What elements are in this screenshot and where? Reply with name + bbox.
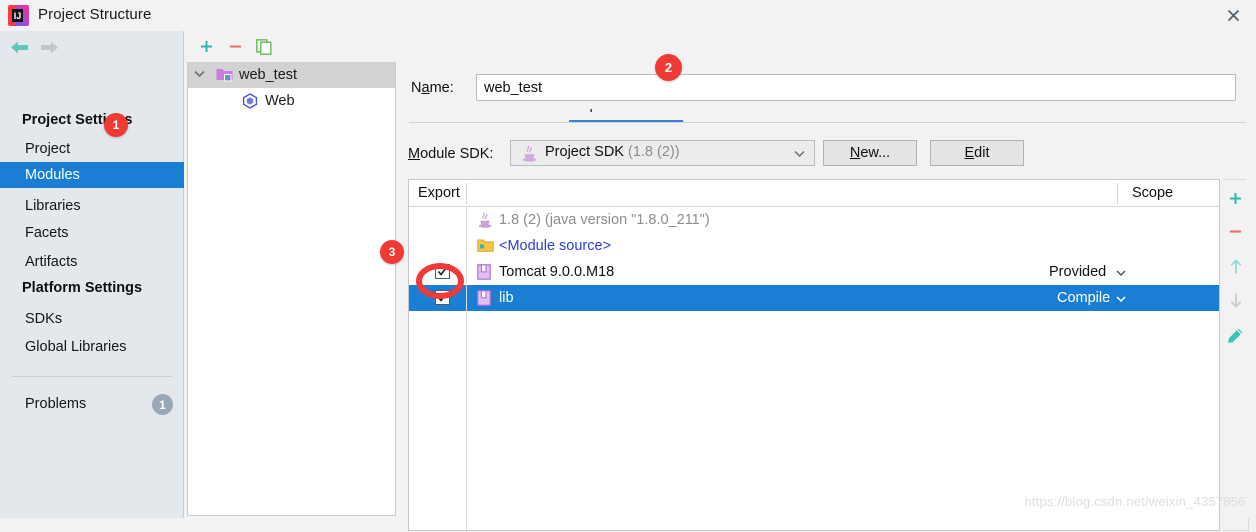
tree-node-label: web_test <box>239 67 298 83</box>
arrow-up-icon <box>1230 259 1241 274</box>
sidebar-group-platform-settings: Platform Settings <box>22 280 143 296</box>
table-header: Export Scope <box>409 180 1219 207</box>
annotation-marker-3: 3 <box>380 240 404 264</box>
tabs-baseline <box>409 122 1254 123</box>
module-folder-icon <box>216 69 233 82</box>
remove-dependency-button[interactable] <box>1223 216 1248 246</box>
arrow-right-icon <box>41 41 58 54</box>
sidebar-group-project-settings: Project Settings <box>22 112 133 128</box>
table-body: 1.8 (2) (java version "1.8.0_211") <Modu… <box>409 207 1219 311</box>
arrow-down-icon <box>1230 293 1241 308</box>
intellij-idea-logo-icon: IJ <box>8 5 29 26</box>
arrow-left-icon[interactable] <box>9 40 31 55</box>
dependency-name: <Module source> <box>499 238 612 254</box>
copy-module-button[interactable] <box>252 35 276 58</box>
sidebar-item-sdks[interactable]: SDKs <box>0 306 184 332</box>
column-header-export[interactable]: Export <box>418 180 460 206</box>
annotation-marker-1: 1 <box>104 113 128 137</box>
table-row[interactable]: lib Compile <box>409 285 1219 311</box>
remove-module-button[interactable] <box>223 35 247 58</box>
module-source-folder-icon <box>477 239 494 252</box>
tab-paths[interactable]: Paths <box>500 109 537 113</box>
move-up-button[interactable] <box>1223 252 1248 282</box>
web-facet-icon <box>242 93 258 109</box>
table-row[interactable]: 1.8 (2) (java version "1.8.0_211") <box>409 207 1219 233</box>
pencil-icon <box>1228 328 1243 343</box>
new-sdk-button[interactable]: New... <box>823 140 917 166</box>
column-divider[interactable] <box>1117 183 1118 204</box>
chevron-down-icon[interactable] <box>1116 296 1126 303</box>
chevron-down-icon[interactable] <box>794 150 805 158</box>
annotation-highlight-ellipse <box>416 263 464 299</box>
name-label: Name: <box>411 80 454 96</box>
java-sdk-icon <box>478 212 492 228</box>
dependency-name: lib <box>499 290 514 306</box>
dependency-scope[interactable]: Provided <box>1049 259 1106 285</box>
scroll-corner <box>1246 31 1256 518</box>
tree-node-web-test[interactable]: web_test <box>188 62 395 88</box>
dependency-name: Tomcat 9.0.0.M18 <box>499 264 615 280</box>
column-header-scope[interactable]: Scope <box>1132 180 1173 206</box>
table-row[interactable]: <Module source> <box>409 233 1219 259</box>
svg-text:IJ: IJ <box>14 11 22 21</box>
sidebar-item-modules[interactable]: Modules <box>0 162 184 188</box>
column-divider[interactable] <box>466 183 467 204</box>
close-icon[interactable] <box>1210 0 1256 31</box>
module-editor-panel: Name: Sources Paths Dependencies Module … <box>399 31 1256 532</box>
plus-icon <box>200 41 212 52</box>
title-bar: IJ Project Structure <box>0 0 1256 31</box>
edit-sdk-button[interactable]: Edit <box>930 140 1024 166</box>
module-sdk-label: Module SDK: <box>408 146 494 162</box>
module-sdk-value-main: Project SDK <box>545 144 624 160</box>
sidebar-item-project[interactable]: Project <box>0 136 184 162</box>
plus-icon <box>1230 192 1241 204</box>
sidebar-nav-arrows <box>0 31 184 64</box>
sidebar-divider <box>12 376 172 377</box>
library-icon <box>477 264 491 280</box>
problems-count-badge: 1 <box>152 394 173 415</box>
chevron-down-icon[interactable] <box>194 70 205 78</box>
settings-sidebar: Project Settings Project Modules Librari… <box>0 31 184 518</box>
modules-tree-panel: web_test Web <box>185 31 398 518</box>
tree-node-web[interactable]: Web <box>188 88 395 114</box>
sidebar-item-artifacts[interactable]: Artifacts <box>0 249 184 275</box>
add-dependency-button[interactable] <box>1223 183 1248 213</box>
export-column-divider <box>466 207 467 532</box>
sidebar-item-libraries[interactable]: Libraries <box>0 193 184 219</box>
table-row[interactable]: Tomcat 9.0.0.M18 Provided <box>409 259 1219 285</box>
window-title: Project Structure <box>38 6 152 23</box>
copy-icon <box>255 38 272 55</box>
library-icon <box>477 290 491 306</box>
module-name-input[interactable] <box>476 74 1236 101</box>
minus-icon <box>1230 229 1241 233</box>
tree-node-label: Web <box>265 93 295 109</box>
minus-icon <box>229 45 241 48</box>
chevron-down-icon[interactable] <box>1116 270 1126 277</box>
project-structure-dialog: IJ Project Structure Project Settings Pr… <box>0 0 1256 532</box>
dependencies-table: Export Scope 1.8 (2) (java version "1.8.… <box>408 179 1220 532</box>
module-tabs: Sources Paths Dependencies <box>409 109 1254 123</box>
move-down-button[interactable] <box>1223 285 1248 315</box>
tab-sources[interactable]: Sources <box>415 109 468 113</box>
modules-tree-toolbar <box>185 31 398 62</box>
sidebar-item-global-libraries[interactable]: Global Libraries <box>0 334 184 360</box>
modules-tree: web_test Web <box>187 62 396 516</box>
annotation-marker-2: 2 <box>655 54 682 81</box>
java-sdk-icon <box>522 145 537 162</box>
sidebar-item-facets[interactable]: Facets <box>0 220 184 246</box>
dependency-name: 1.8 (2) (java version "1.8.0_211") <box>499 212 710 228</box>
tab-dependencies[interactable]: Dependencies <box>571 109 664 113</box>
dependency-scope[interactable]: Compile <box>1057 285 1110 311</box>
module-sdk-value-detail: (1.8 (2)) <box>628 144 680 160</box>
edit-dependency-button[interactable] <box>1223 320 1248 350</box>
module-sdk-select[interactable]: Project SDK (1.8 (2)) <box>510 140 815 166</box>
module-sdk-value: Project SDK (1.8 (2)) <box>545 144 680 160</box>
watermark: https://blog.csdn.net/weixin_43578565 <box>1024 494 1253 509</box>
add-module-button[interactable] <box>194 35 218 58</box>
